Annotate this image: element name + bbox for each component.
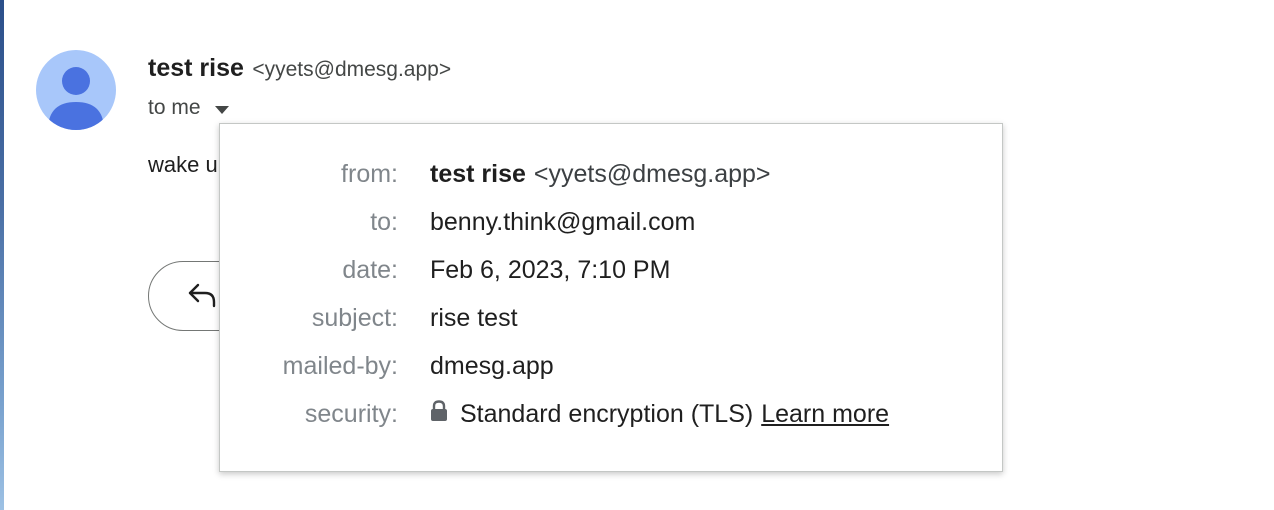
from-name: test rise: [430, 159, 526, 188]
security-value: Standard encryption (TLS) Learn more: [420, 400, 889, 429]
from-label: from:: [341, 159, 398, 188]
security-label: security:: [304, 399, 398, 428]
subject-value: rise test: [430, 303, 518, 332]
subject-label: subject:: [311, 303, 398, 332]
to-value: benny.think@gmail.com: [430, 207, 696, 236]
to-me-label: to me: [148, 96, 201, 119]
security-text: Standard encryption (TLS): [460, 399, 754, 428]
details-row-mailed-by: mailed-by: dmesg.app: [220, 349, 1002, 383]
learn-more-link[interactable]: Learn more: [761, 400, 889, 429]
date-value: Feb 6, 2023, 7:10 PM: [430, 255, 671, 284]
reply-icon: [188, 283, 216, 308]
to-label: to:: [370, 207, 398, 236]
mailed-by-value: dmesg.app: [430, 351, 554, 380]
sender-email: <yyets@dmesg.app>: [252, 58, 452, 81]
message-body: wake u: [148, 152, 218, 177]
details-row-subject: subject: rise test: [220, 301, 1002, 335]
recipient-line: to me: [148, 96, 229, 120]
window-left-edge: [0, 0, 4, 510]
person-avatar-icon: [48, 67, 104, 130]
from-email: <yyets@dmesg.app>: [533, 159, 771, 188]
sender-name[interactable]: test rise: [148, 54, 244, 82]
date-label: date:: [342, 255, 398, 284]
mailed-by-label: mailed-by:: [282, 351, 398, 380]
sender-line: test rise <yyets@dmesg.app>: [148, 54, 451, 83]
message-details-popup: from: test rise <yyets@dmesg.app> to: be…: [219, 123, 1003, 472]
sender-avatar[interactable]: [36, 50, 116, 130]
details-row-from: from: test rise <yyets@dmesg.app>: [220, 157, 1002, 191]
caret-down-icon[interactable]: [214, 105, 229, 114]
from-value: test rise <yyets@dmesg.app>: [430, 160, 771, 189]
details-row-security: security: Standard encryption (TLS) Lear…: [220, 397, 1002, 431]
details-row-to: to: benny.think@gmail.com: [220, 205, 1002, 239]
lock-icon: [430, 399, 448, 429]
details-row-date: date: Feb 6, 2023, 7:10 PM: [220, 253, 1002, 287]
